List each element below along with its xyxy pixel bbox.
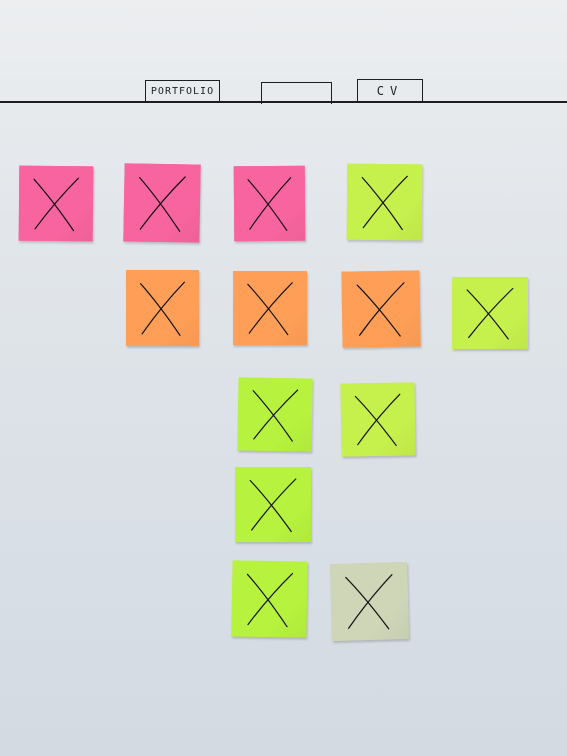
x-icon xyxy=(361,175,408,231)
sticky-note[interactable] xyxy=(340,382,416,457)
x-icon xyxy=(356,282,405,337)
x-icon xyxy=(345,574,393,630)
sticky-note[interactable] xyxy=(330,562,409,641)
sticky-note[interactable] xyxy=(235,467,311,542)
x-icon xyxy=(246,572,294,628)
sticky-note[interactable] xyxy=(237,377,313,452)
whiteboard: PORTFOLIO CV xyxy=(0,0,567,756)
x-icon xyxy=(140,281,185,336)
sticky-note[interactable] xyxy=(346,163,423,241)
sticky-note[interactable] xyxy=(233,271,307,345)
x-icon xyxy=(354,393,401,447)
x-icon xyxy=(139,176,186,233)
tab-blank[interactable] xyxy=(261,82,332,104)
x-icon xyxy=(249,478,297,533)
x-icon xyxy=(252,389,299,442)
x-icon xyxy=(247,177,292,231)
tab-cv-label: CV xyxy=(376,83,404,98)
x-icon xyxy=(247,282,293,336)
sticky-note[interactable] xyxy=(18,165,94,242)
x-icon xyxy=(33,177,80,232)
tab-portfolio-label: PORTFOLIO xyxy=(150,86,215,97)
sticky-note[interactable] xyxy=(233,165,306,242)
x-icon xyxy=(466,287,514,340)
sticky-note[interactable] xyxy=(126,270,199,346)
sticky-note[interactable] xyxy=(452,277,528,349)
sticky-note[interactable] xyxy=(341,270,421,348)
sticky-note[interactable] xyxy=(231,560,308,638)
tab-cv[interactable]: CV xyxy=(357,79,423,101)
tab-portfolio[interactable]: PORTFOLIO xyxy=(145,80,220,102)
sticky-note[interactable] xyxy=(123,163,201,243)
